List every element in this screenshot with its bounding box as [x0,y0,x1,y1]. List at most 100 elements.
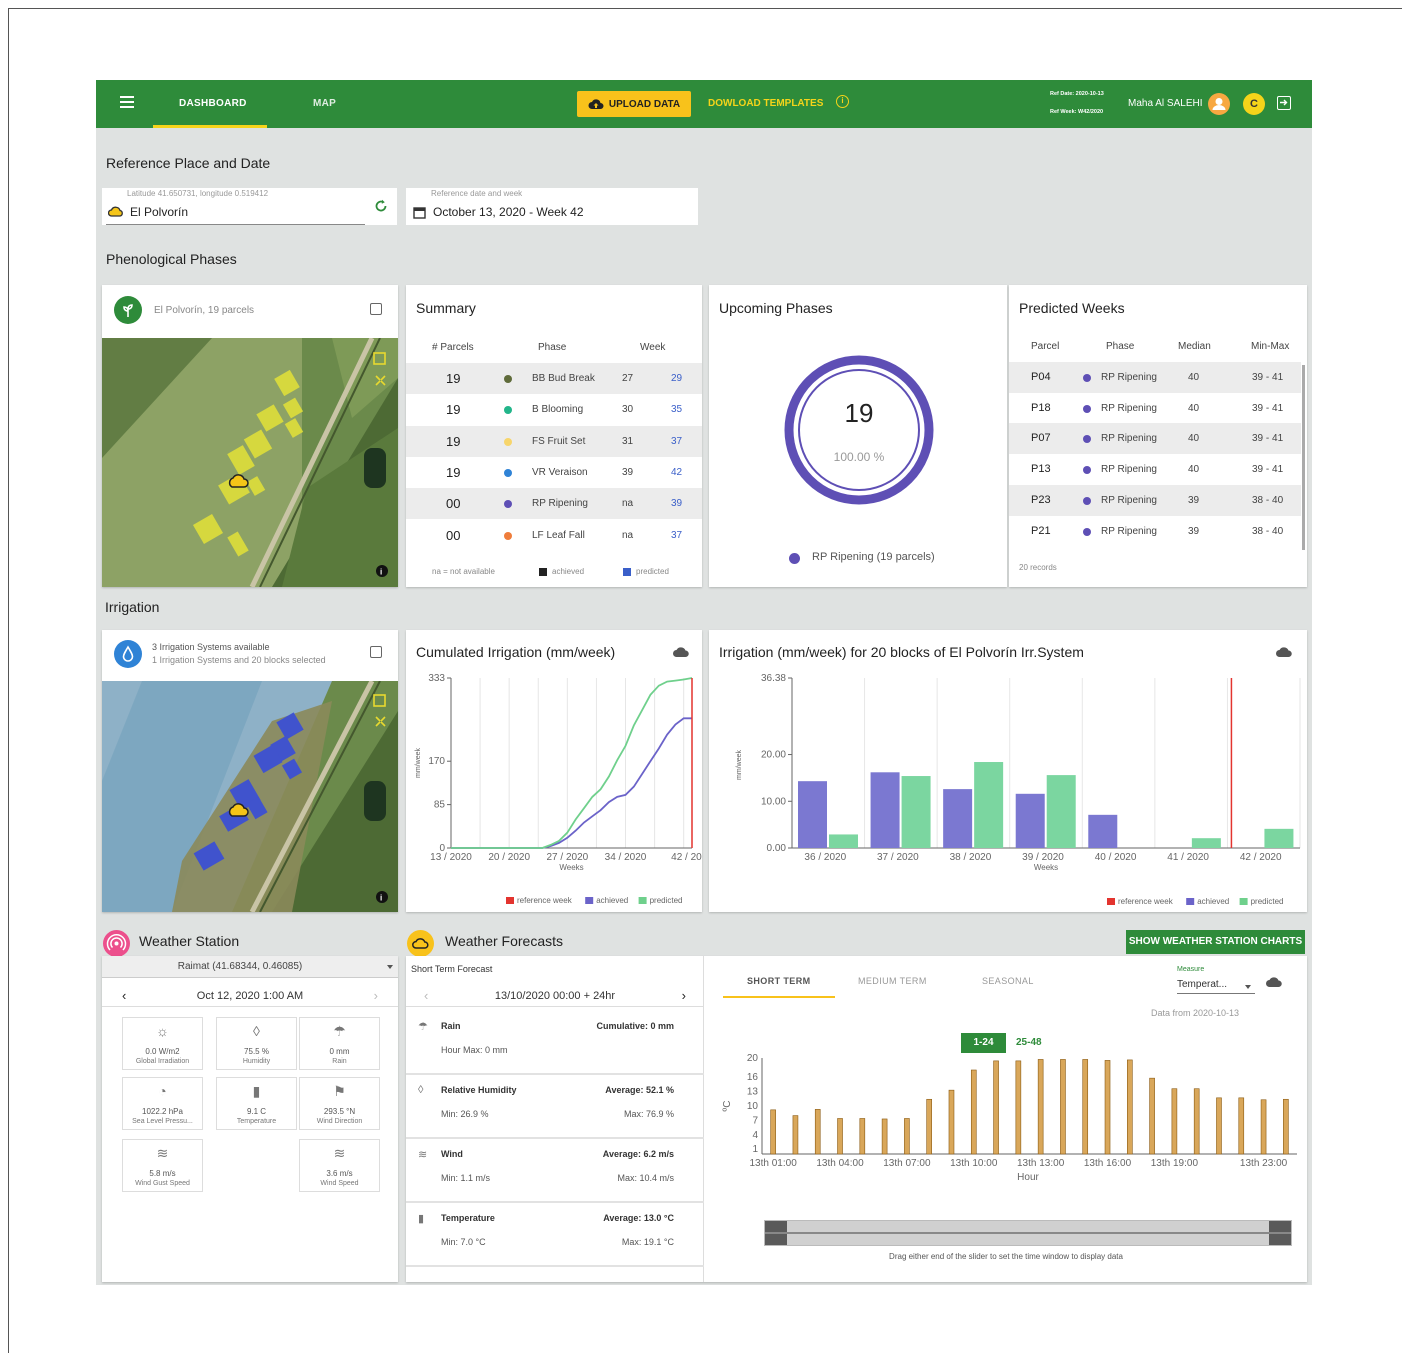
summary-parcels: 19 [446,464,461,480]
table-row[interactable]: 00 RP Ripening na 39 [406,488,702,520]
predicted-parcel: P07 [1031,432,1051,445]
predicted-header-median: Median [1178,341,1211,352]
info-icon[interactable]: i [836,95,849,108]
predicted-swatch [623,568,631,576]
irrigation-map-caption-1: 3 Irrigation Systems available [152,642,270,652]
legend-label: achieved [1197,897,1229,906]
forecast-row[interactable]: ≋ Wind Average: 6.2 m/s Min: 1.1 m/s Max: 10… [406,1140,704,1203]
table-row[interactable]: 19 VR Veraison 39 42 [406,457,702,488]
weather-station-measure-name: Wind Speed [320,1180,359,1187]
phase-color-dot [1083,374,1091,382]
weather-station-tile[interactable]: ◊ 75.5 % Humidity [216,1017,297,1070]
predicted-minmax: 39 - 41 [1252,372,1284,383]
summary-footer-achieved: achieved [552,567,585,576]
place-field[interactable]: Latitude 41.650731, longitude 0.519412 E… [102,188,397,225]
weather-station-tile[interactable]: ≋ 5.8 m/s Wind Gust Speed [122,1139,203,1192]
table-row[interactable]: P21 RP Ripening 39 38 - 40 [1009,516,1301,547]
range-button-25-48[interactable]: 25-48 [1016,1037,1042,1048]
svg-text:i: i [380,568,382,577]
cumulated-title: Cumulated Irrigation (mm/week) [416,644,616,660]
tab-seasonal[interactable]: SEASONAL [982,976,1034,986]
weather-station-tile[interactable]: ☼ 0.0 W/m2 Global Irradiation [122,1017,203,1070]
table-row[interactable]: P13 RP Ripening 40 39 - 41 [1009,454,1301,485]
checkbox-icon[interactable] [370,303,382,315]
predicted-minmax: 38 - 40 [1252,525,1284,537]
weather-station-tile[interactable]: ⚑ 293.5 °N Wind Direction [299,1077,380,1130]
table-row[interactable]: 19 B Blooming 30 35 [406,394,702,425]
summary-footer-na: na = not available [432,567,495,576]
temperature-bar [1149,1077,1155,1155]
y-tick-label: 7 [752,1115,758,1126]
user-name[interactable]: Maha Al SALEHI [1128,98,1202,109]
temperature-chart: 1 4 7 10 13 16 20 13th 01:00 13th 04:00 13th 07:0… [722,1054,1297,1183]
drop-icon: ◊ [253,1023,260,1039]
temperature-bar [1015,1060,1022,1155]
weather-station-tile[interactable]: ☂ 0 mm Rain [299,1017,380,1070]
tab-dashboard[interactable]: DASHBOARD [179,98,247,109]
temperature-bar [1193,1088,1200,1155]
bar-predicted [1191,838,1221,848]
weather-station-value: 3.6 m/s [326,1169,353,1178]
irrigation-map-card: 3 Irrigation Systems available 1 Irrigat… [102,630,398,912]
table-row[interactable]: P18 RP Ripening 40 39 - 41 [1009,393,1301,424]
forecast-min: Hour Max: 0 mm [441,1045,508,1055]
temperature-bar [792,1115,799,1155]
cloud-download-icon[interactable] [1265,976,1283,988]
humidity-icon: ◊ [418,1084,424,1096]
date-field-label: Reference date and week [431,189,523,198]
bar-predicted [1046,775,1076,848]
upcoming-phases-card: Upcoming Phases 19 100.00 % RP Ripening … [709,285,1007,587]
summary-header-phase: Phase [538,342,567,353]
forecast-row[interactable]: ▮ Temperature Average: 13.0 °C Min: 7.0 °C M… [406,1204,704,1267]
forecast-max: Max: 19.1 °C [621,1237,674,1247]
weather-station-tile[interactable]: ≋ 3.6 m/s Wind Speed [299,1139,380,1192]
download-templates-link[interactable]: DOWLOAD TEMPLATES [708,98,823,109]
x-tick-label: 13th 04:00 [816,1158,864,1169]
measure-select[interactable]: Temperat... [1177,978,1255,994]
weather-forecasts-title: Weather Forecasts [445,933,564,949]
table-row[interactable]: P04 RP Ripening 40 39 - 41 [1009,362,1301,393]
chevron-right-icon[interactable]: › [374,988,378,1003]
irrigation-satellite-map[interactable]: i [102,681,398,912]
phase-color-dot [504,375,512,383]
tab-map[interactable]: MAP [313,98,336,109]
weather-station-tile[interactable]: ▮ 9.1 C Temperature [216,1077,297,1130]
table-row[interactable]: 00 LF Leaf Fall na 37 [406,520,702,551]
show-weather-station-charts-button[interactable]: SHOW WEATHER STATION CHARTS [1126,930,1305,954]
tab-medium-term[interactable]: MEDIUM TERM [858,976,927,986]
table-row[interactable]: P23 RP Ripening 39 38 - 40 [1009,484,1301,516]
chevron-right-icon[interactable]: › [682,988,686,1003]
legend-swatch [1239,898,1248,905]
company-badge[interactable]: C [1243,93,1265,115]
cloud-download-icon[interactable] [1275,646,1293,658]
forecast-row[interactable]: ☂ Rain Cumulative: 0 mm Hour Max: 0 mm [406,1012,704,1075]
phenology-satellite-map[interactable]: i [102,338,398,587]
cloud-download-icon[interactable] [672,646,690,658]
predicted-scrollbar[interactable] [1302,365,1305,550]
phenology-map-card: El Polvorín, 19 parcels i [102,285,398,587]
avatar[interactable] [1208,93,1230,115]
table-row[interactable]: P07 RP Ripening 40 39 - 41 [1009,423,1301,455]
predicted-phase: RP Ripening [1101,433,1157,445]
date-value: October 13, 2020 - Week 42 [433,205,584,219]
legend-label: reference week [1118,897,1174,906]
table-row[interactable]: 19 BB Bud Break 27 29 [406,363,702,394]
data-from-label: Data from 2020-10-13 [1151,1008,1240,1018]
weather-station-tile[interactable]: ◔ 1022.2 hPa Sea Level Pressu... [122,1077,203,1130]
range-button-1-24[interactable]: 1-24 [961,1033,1006,1053]
weather-station-card: Raimat (41.68344, 0.46085) ‹ Oct 12, 202… [102,956,398,1282]
temperature-bar [1037,1059,1044,1155]
menu-icon[interactable] [120,96,134,108]
upload-data-button[interactable]: UPLOAD DATA [577,91,691,117]
logout-icon[interactable] [1277,96,1291,110]
checkbox-icon[interactable] [370,646,382,658]
forecast-range: 13/10/2020 00:00 + 24hr [494,990,616,1002]
table-row[interactable]: 19 FS Fruit Set 31 37 [406,425,702,457]
station-select[interactable]: Raimat (41.68344, 0.46085) [102,956,398,978]
date-field[interactable]: Reference date and week October 13, 2020… [406,188,698,225]
time-window-slider[interactable] [764,1220,1292,1246]
tab-short-term[interactable]: SHORT TERM [747,976,811,986]
short-term-forecast-panel: Short Term Forecast ‹ 13/10/2020 00:00 +… [406,956,704,1282]
refresh-icon[interactable] [374,199,388,213]
forecast-row[interactable]: ◊ Relative Humidity Average: 52.1 % Min: 26… [406,1076,704,1139]
